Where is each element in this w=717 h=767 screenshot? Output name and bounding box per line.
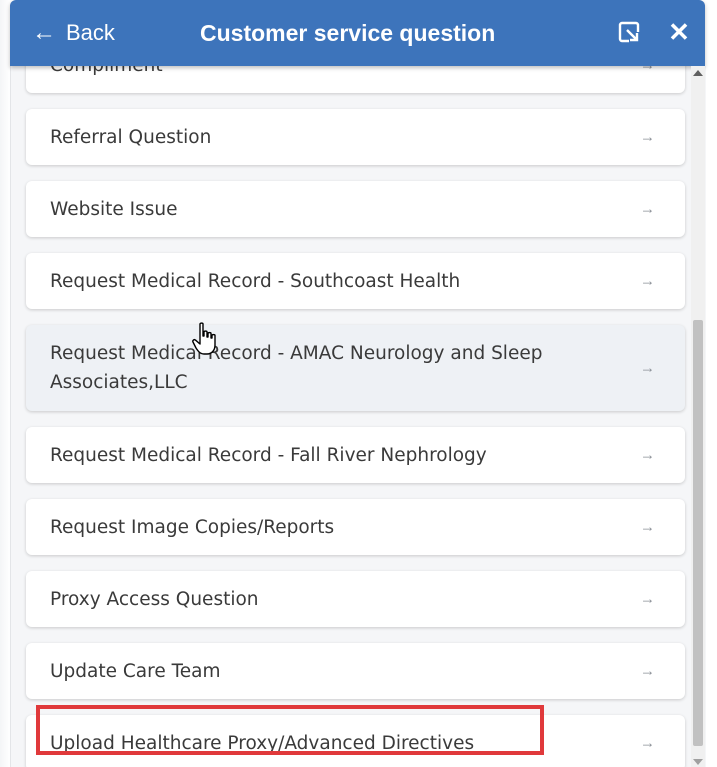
list-item[interactable]: Website Issue → [26,181,685,237]
arrow-right-icon: → [640,446,655,464]
list-item-label: Upload Healthcare Proxy/Advanced Directi… [50,732,475,754]
list-item[interactable]: Proxy Access Question → [26,571,685,627]
list-item-label: Request Medical Record - Fall River Neph… [50,444,487,466]
list-item-label: Compliment [50,66,163,80]
list-item[interactable]: Request Medical Record - AMAC Neurology … [26,325,685,411]
dialog-title: Customer service question [200,19,496,46]
list-item[interactable]: Compliment → [26,66,685,93]
list-item-upload-healthcare-proxy[interactable]: Upload Healthcare Proxy/Advanced Directi… [26,715,685,767]
arrow-left-icon: ← [32,19,56,46]
vertical-scrollbar[interactable] [691,66,705,767]
scrollbar-thumb[interactable] [693,320,703,746]
arrow-right-icon: → [640,662,655,680]
list-item[interactable]: Update Care Team → [26,643,685,699]
arrow-right-icon: → [640,590,655,608]
arrow-right-icon: → [640,128,655,146]
arrow-right-icon: → [640,359,655,377]
question-list-panel: Compliment → Referral Question → Website… [10,66,706,767]
popout-icon [618,21,640,43]
scroll-up-icon[interactable] [693,70,703,76]
close-button[interactable]: ✕ [664,17,694,47]
list-item-label: Referral Question [50,126,212,148]
scroll-down-icon[interactable] [693,759,703,765]
list-item-label: Update Care Team [50,660,221,682]
background-strip [0,0,10,767]
back-label: Back [66,20,115,45]
question-list: Compliment → Referral Question → Website… [26,66,685,767]
list-item[interactable]: Referral Question → [26,109,685,165]
list-item-label: Request Medical Record - AMAC Neurology … [50,343,543,393]
list-item-label: Request Image Copies/Reports [50,516,335,538]
back-button[interactable]: ← Back [32,16,115,50]
arrow-right-icon: → [640,272,655,290]
list-item[interactable]: Request Medical Record - Southcoast Heal… [26,253,685,309]
list-item[interactable]: Request Image Copies/Reports → [26,499,685,555]
close-icon: ✕ [668,16,690,47]
arrow-right-icon: → [640,200,655,218]
dialog-header: ← Back Customer service question ✕ [10,0,705,66]
list-item-label: Website Issue [50,198,178,220]
arrow-right-icon: → [640,734,655,752]
arrow-right-icon: → [640,518,655,536]
list-item-label: Proxy Access Question [50,588,259,610]
popout-button[interactable] [617,20,643,46]
arrow-right-icon: → [640,66,655,74]
list-item[interactable]: Request Medical Record - Fall River Neph… [26,427,685,483]
list-item-label: Request Medical Record - Southcoast Heal… [50,270,461,292]
